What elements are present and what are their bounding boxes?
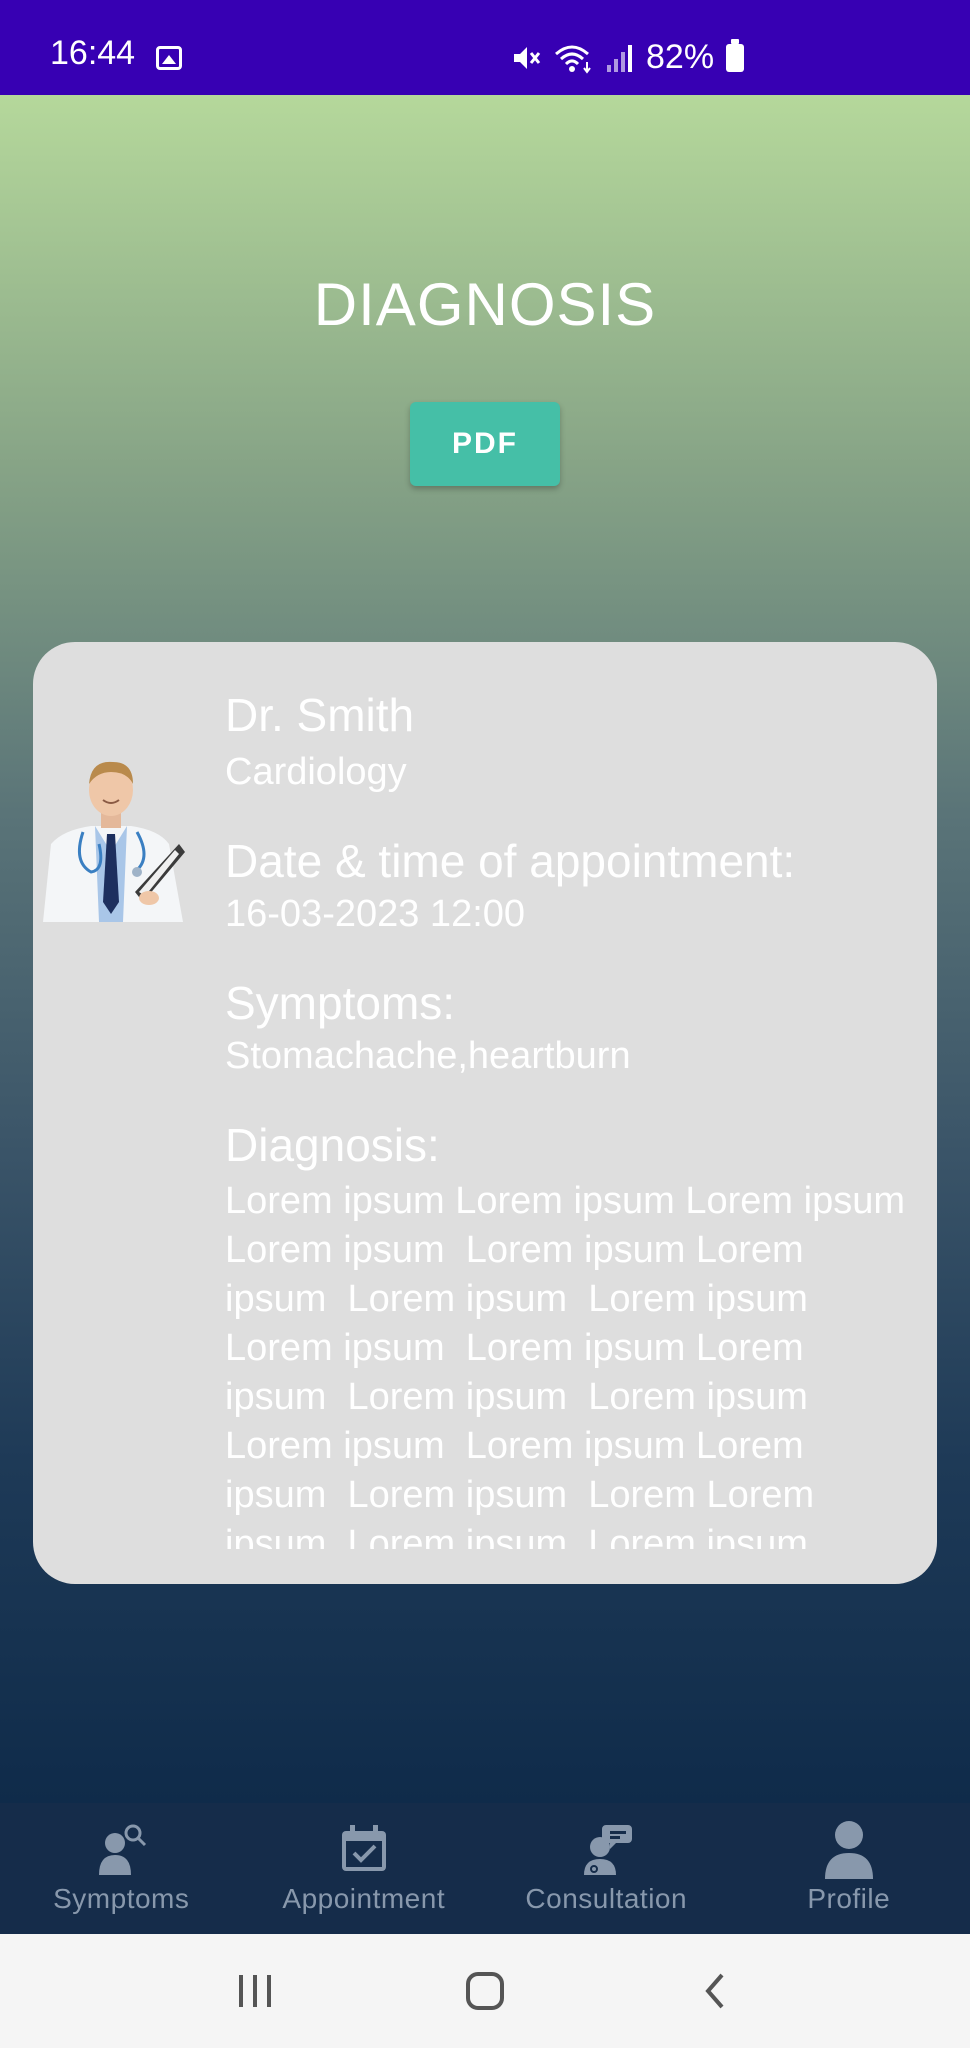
symptoms-label: Symptoms:: [225, 977, 456, 1029]
person-icon: [819, 1821, 879, 1879]
status-indicators: 82%: [510, 38, 745, 77]
diagnosis-text[interactable]: Lorem ipsum Lorem ipsum Lorem ipsum Lore…: [225, 1177, 915, 1549]
symptoms-value: Stomachache,heartburn: [225, 1035, 631, 1077]
nav-label-consultation: Consultation: [525, 1883, 688, 1914]
diagnosis-label: Diagnosis:: [225, 1119, 440, 1171]
back-button[interactable]: [675, 1961, 755, 2021]
battery-icon: [726, 38, 745, 72]
doctor-avatar: [43, 761, 185, 922]
mute-icon: [514, 46, 541, 69]
recent-apps-button[interactable]: [215, 1961, 295, 2021]
pdf-button[interactable]: PDF: [410, 402, 560, 486]
gallery-notification-icon: [156, 46, 182, 70]
main-content: DIAGNOSIS PDF Dr. Smith Cardiology Date …: [0, 95, 970, 1803]
user-search-icon: [91, 1821, 151, 1877]
nav-label-symptoms: Symptoms: [53, 1883, 190, 1914]
card-content: Dr. Smith Cardiology Date & time of appo…: [225, 687, 915, 1549]
nav-item-consultation[interactable]: Consultation: [485, 1803, 728, 1934]
recent-apps-icon: [239, 1975, 271, 2007]
diagnosis-card: Dr. Smith Cardiology Date & time of appo…: [33, 642, 937, 1584]
status-bar: 16:44 82%: [0, 0, 970, 95]
calendar-check-icon: [334, 1821, 394, 1877]
nav-label-profile: Profile: [807, 1883, 891, 1914]
appointment-date-label: Date & time of appointment:: [225, 835, 796, 887]
status-time: 16:44: [50, 34, 136, 72]
home-icon: [466, 1972, 504, 2010]
nav-item-profile[interactable]: Profile: [728, 1803, 970, 1934]
signal-icon: [607, 44, 632, 72]
page-title: DIAGNOSIS: [313, 271, 657, 338]
nav-item-appointment[interactable]: Appointment: [243, 1803, 486, 1934]
doctor-chat-icon: [576, 1821, 636, 1877]
doctor-name: Dr. Smith: [225, 689, 415, 741]
nav-item-symptoms[interactable]: Symptoms: [0, 1803, 243, 1934]
battery-percentage: 82%: [646, 38, 715, 76]
doctor-specialty: Cardiology: [225, 751, 407, 793]
bottom-navigation: Symptoms Appointment Consultation Profil…: [0, 1803, 970, 1934]
wifi-icon: [555, 45, 591, 74]
back-icon: [705, 1973, 724, 2009]
system-navigation-bar: [0, 1934, 970, 2048]
nav-label-appointment: Appointment: [282, 1883, 446, 1914]
appointment-date-value: 16-03-2023 12:00: [225, 893, 526, 935]
home-button[interactable]: [445, 1961, 525, 2021]
